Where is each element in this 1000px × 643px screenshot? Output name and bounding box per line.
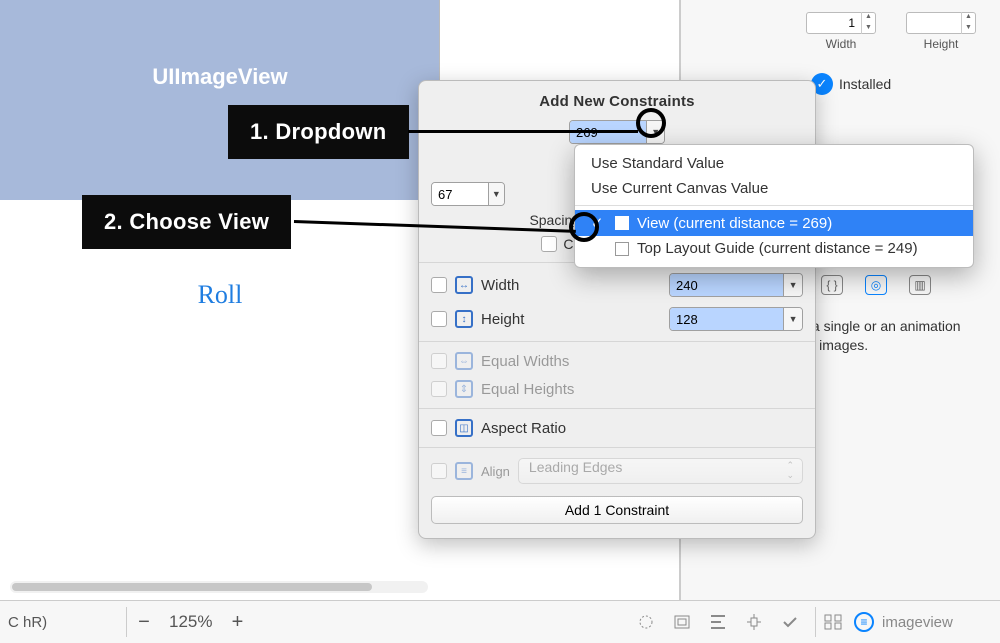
inspector-tabs[interactable]: { } ◎ ▥ [821, 275, 990, 295]
left-constraint-dropdown-caret[interactable]: ▼ [488, 183, 504, 205]
menu-view-item[interactable]: ✓ View (current distance = 269) [575, 210, 973, 236]
height-value-input[interactable] [670, 308, 783, 330]
left-constraint-input[interactable] [432, 183, 488, 205]
aspect-ratio-icon: ◫ [455, 419, 473, 437]
toolbar-pin-icon[interactable] [743, 612, 765, 632]
align-label: Align [481, 464, 510, 479]
zoom-out-button[interactable]: − [133, 611, 155, 634]
equal-heights-checkbox [431, 381, 447, 397]
align-checkbox [431, 463, 447, 479]
width-value-input[interactable] [670, 274, 783, 296]
constraint-source-menu[interactable]: Use Standard Value Use Current Canvas Va… [574, 144, 974, 268]
menu-use-standard[interactable]: Use Standard Value [575, 151, 973, 176]
size-class-indicator[interactable]: C hR) [0, 614, 120, 631]
inspector-width-input[interactable] [807, 14, 861, 32]
width-checkbox[interactable] [431, 277, 447, 293]
constrain-margins-checkbox[interactable] [541, 236, 557, 252]
inspector-width-label: Width [826, 37, 857, 51]
aspect-ratio-label: Aspect Ratio [481, 420, 803, 437]
canvas-uiimageview[interactable]: UIImageView [0, 0, 440, 200]
add-constraint-button[interactable]: Add 1 Constraint [431, 496, 803, 524]
toolbar-embed-icon[interactable] [671, 612, 693, 632]
height-stepper[interactable]: ▲▼ [961, 12, 975, 34]
library-filter-input[interactable] [880, 613, 990, 632]
width-stepper[interactable]: ▲▼ [861, 12, 875, 34]
canvas-horizontal-scrollbar[interactable] [10, 581, 428, 593]
height-value-field[interactable]: ▼ [669, 307, 803, 331]
popover-title: Add New Constraints [431, 89, 803, 120]
equal-widths-label: Equal Widths [481, 353, 803, 370]
zoom-level[interactable]: 125% [169, 612, 212, 632]
bottom-toolbar: C hR) − 125% + ≡ [0, 600, 1000, 643]
menu-view-item-label: View (current distance = 269) [637, 215, 832, 232]
menu-tlg-box-icon [615, 242, 629, 256]
align-icon: ≡ [455, 462, 473, 480]
inspector-height-input[interactable] [907, 14, 961, 32]
canvas-label: UIImageView [0, 64, 440, 90]
annotation-circle-check [569, 212, 599, 242]
zoom-in-button[interactable]: + [226, 611, 248, 634]
menu-use-canvas[interactable]: Use Current Canvas Value [575, 176, 973, 201]
equal-heights-icon: ⇕ [455, 380, 473, 398]
width-value-caret[interactable]: ▼ [783, 274, 802, 296]
align-select: Leading Edges [518, 458, 803, 484]
equal-widths-icon: ⇔ [455, 352, 473, 370]
height-value-caret[interactable]: ▼ [783, 308, 802, 330]
annotation-choose-view: 2. Choose View [82, 195, 291, 249]
tab-target-icon[interactable]: ◎ [865, 275, 887, 295]
aspect-ratio-checkbox[interactable] [431, 420, 447, 436]
toolbar-align-icon[interactable] [707, 612, 729, 632]
menu-top-layout-guide[interactable]: Top Layout Guide (current distance = 249… [575, 236, 973, 261]
annotation-dropdown: 1. Dropdown [228, 105, 409, 159]
filter-icon: ≡ [854, 612, 874, 632]
height-label: Height [481, 311, 661, 328]
width-label: Width [481, 277, 661, 294]
menu-view-box-icon [615, 216, 629, 230]
equal-widths-checkbox [431, 353, 447, 369]
annotation-circle-caret [636, 108, 666, 138]
library-grid-icon[interactable] [822, 612, 844, 632]
scrollbar-thumb[interactable] [12, 583, 372, 591]
equal-heights-label: Equal Heights [481, 381, 803, 398]
left-constraint-field[interactable]: ▼ [431, 182, 505, 206]
installed-label: Installed [839, 76, 891, 92]
tab-film-icon[interactable]: ▥ [909, 275, 931, 295]
tab-braces-icon[interactable]: { } [821, 275, 843, 295]
roll-button-label[interactable]: Roll [0, 280, 440, 310]
annotation-line-1 [408, 130, 638, 133]
inspector-height-label: Height [924, 37, 959, 51]
toolbar-update-frames-icon[interactable] [635, 612, 657, 632]
width-value-field[interactable]: ▼ [669, 273, 803, 297]
menu-tlg-label: Top Layout Guide (current distance = 249… [637, 240, 918, 257]
height-checkbox[interactable] [431, 311, 447, 327]
toolbar-resolve-icon[interactable] [779, 612, 801, 632]
height-glyph-icon: ↕ [455, 310, 473, 328]
inspector-height-field[interactable]: ▲▼ [906, 12, 976, 34]
width-glyph-icon: ↔ [455, 276, 473, 294]
inspector-width-field[interactable]: ▲▼ [806, 12, 876, 34]
